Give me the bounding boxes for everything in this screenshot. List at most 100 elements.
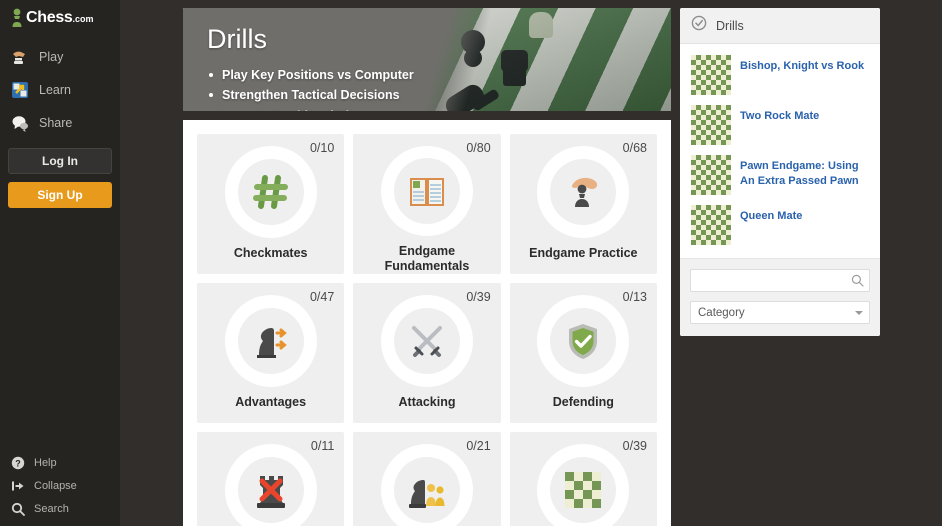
hash-checkmate-icon <box>249 170 293 214</box>
list-item[interactable]: Queen Mate <box>680 200 880 250</box>
drill-list: Bishop, Knight vs Rook Two Rock Mate Paw… <box>680 44 880 258</box>
hand-moving-pawn-icon <box>561 170 605 214</box>
card-label: Endgame Practice <box>529 246 638 261</box>
chevron-down-icon[interactable] <box>855 311 863 315</box>
card-icon-ring <box>537 444 630 526</box>
card-icon-ring <box>224 146 317 239</box>
drill-card-attacking[interactable]: 0/39 Attacking <box>353 283 501 424</box>
card-progress-count: 0/39 <box>622 439 647 454</box>
card-progress-count: 0/11 <box>310 439 335 454</box>
sidebar-item-search[interactable]: Search <box>0 497 120 520</box>
category-select-wrapper: Category <box>690 301 870 324</box>
category-select[interactable]: Category <box>690 301 870 324</box>
login-button[interactable]: Log In <box>8 148 112 174</box>
chess-pawn-logo-icon <box>10 8 24 28</box>
open-book-icon <box>405 169 449 213</box>
content-area: Drills Play Key Positions vs Computer St… <box>120 0 942 526</box>
card-icon-ring <box>537 295 630 388</box>
card-label: Endgame Fundamentals <box>384 244 470 274</box>
panel-title: Drills <box>716 18 744 33</box>
main-column: Drills Play Key Positions vs Computer St… <box>183 8 671 526</box>
sidebar-item-collapse[interactable]: Collapse <box>0 474 120 497</box>
list-item[interactable]: Two Rock Mate <box>680 100 880 150</box>
rook-red-x-icon <box>249 468 293 512</box>
mini-chessboard <box>691 105 731 145</box>
card-icon-ring <box>537 146 630 239</box>
page-title: Drills <box>207 24 267 54</box>
play-hand-pawn-icon <box>10 47 30 67</box>
list-item[interactable]: Bishop, Knight vs Rook <box>680 50 880 100</box>
sidebar-item-help[interactable]: ? Help <box>0 451 120 474</box>
card-icon-ring <box>224 444 317 526</box>
banner-bullet: Improve Positional Play <box>207 106 671 112</box>
help-question-circle-icon: ? <box>11 456 25 470</box>
card-icon-ring <box>380 444 473 526</box>
mini-chessboard <box>691 205 731 245</box>
drill-card-endgame-practice[interactable]: 0/68 Endgame Practice <box>509 134 657 275</box>
svg-text:?: ? <box>15 458 21 468</box>
panel-filters: Category <box>680 258 880 336</box>
drill-link[interactable]: Pawn Endgame: Using An Extra Passed Pawn <box>740 155 870 188</box>
chess-drills-page: Chess.com Play Learn Share Log In Sign U… <box>0 0 942 526</box>
card-label: Advantages <box>235 395 307 410</box>
sidebar-item-label: Help <box>34 456 57 469</box>
sidebar-item-label: Share <box>39 115 73 130</box>
drill-card-checkmates[interactable]: 0/10 Checkmates <box>197 134 345 275</box>
check-circle-icon <box>691 15 707 36</box>
sidebar-item-share[interactable]: Share <box>0 106 120 139</box>
drill-card-row3-1[interactable]: 0/11 <box>197 432 345 526</box>
brand-logo[interactable]: Chess.com <box>0 0 120 38</box>
card-label: Attacking <box>398 395 456 410</box>
sidebar-item-learn[interactable]: Learn <box>0 73 120 106</box>
banner-bullet: Play Key Positions vs Computer <box>207 65 671 85</box>
search-input[interactable] <box>690 269 870 292</box>
drill-card-endgame-fundamentals[interactable]: 0/80 Endgame Fundamentals <box>353 134 501 275</box>
mini-chessboard <box>691 155 731 195</box>
sidebar-item-label: Search <box>34 502 69 515</box>
drill-card-row3-3[interactable]: 0/39 <box>509 432 657 526</box>
crossed-swords-icon <box>405 319 449 363</box>
sidebar-item-play[interactable]: Play <box>0 40 120 73</box>
card-icon-ring <box>380 295 473 388</box>
primary-nav: Play Learn Share <box>0 40 120 139</box>
banner-bullet-list: Play Key Positions vs Computer Strengthe… <box>207 65 671 111</box>
knight-pawns-icon <box>405 468 449 512</box>
drill-card-defending[interactable]: 0/13 Defending <box>509 283 657 424</box>
share-speech-bubble-icon <box>10 113 30 133</box>
right-column: Drills Bishop, Knight vs Rook Two Rock M… <box>680 8 880 526</box>
card-icon-ring <box>380 146 473 237</box>
card-progress-count: 0/80 <box>466 141 491 156</box>
brand-name: Chess.com <box>26 9 94 26</box>
card-progress-count: 0/68 <box>622 141 647 156</box>
card-progress-count: 0/47 <box>309 290 335 305</box>
card-progress-count: 0/39 <box>466 290 491 305</box>
signup-button[interactable]: Sign Up <box>8 182 112 208</box>
banner-content: Drills Play Key Positions vs Computer St… <box>183 8 671 112</box>
panel-header: Drills <box>680 8 880 44</box>
chessboard-icon <box>561 468 605 512</box>
auth-buttons: Log In Sign Up <box>0 139 120 208</box>
card-icon-ring <box>224 295 317 388</box>
mini-chessboard <box>691 55 731 95</box>
search-magnifier-icon[interactable] <box>851 274 864 287</box>
collapse-arrow-icon <box>11 479 25 493</box>
search-field-wrapper <box>690 269 870 292</box>
drill-link[interactable]: Two Rock Mate <box>740 105 819 124</box>
learn-arrow-icon <box>10 80 30 100</box>
drill-category-grid: 0/10 Checkmates 0/80 Endgame Fundamental… <box>183 120 671 526</box>
sidebar: Chess.com Play Learn Share Log In Sign U… <box>0 0 120 526</box>
drill-link[interactable]: Queen Mate <box>740 205 802 224</box>
shield-check-icon <box>561 319 605 363</box>
sidebar-footer-nav: ? Help Collapse Search <box>0 451 120 520</box>
sidebar-item-label: Collapse <box>34 479 77 492</box>
card-progress-count: 0/13 <box>622 290 647 305</box>
list-item[interactable]: Pawn Endgame: Using An Extra Passed Pawn <box>680 150 880 200</box>
drill-link[interactable]: Bishop, Knight vs Rook <box>740 55 864 74</box>
drill-card-advantages[interactable]: 0/47 Advantages <box>197 283 345 424</box>
card-progress-count: 0/10 <box>309 141 335 156</box>
banner-bullet: Strengthen Tactical Decisions <box>207 85 671 105</box>
drill-card-row3-2[interactable]: 0/21 <box>353 432 501 526</box>
knight-arrows-icon <box>249 319 293 363</box>
drills-banner: Drills Play Key Positions vs Computer St… <box>183 8 671 112</box>
drills-panel: Drills Bishop, Knight vs Rook Two Rock M… <box>680 8 880 336</box>
